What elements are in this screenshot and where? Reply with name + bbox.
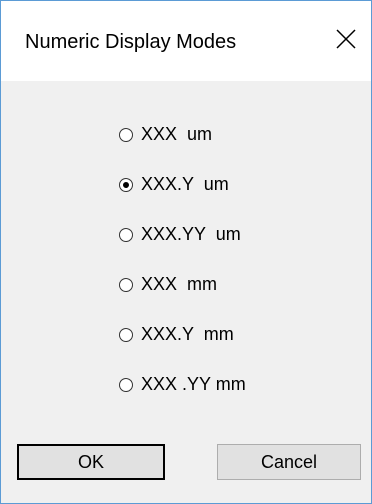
radio-button[interactable] [119,378,133,392]
radio-option-xxx-mm[interactable]: XXX mm [119,271,339,301]
radio-label: XXX um [141,124,213,144]
dialog-title: Numeric Display Modes [25,31,237,53]
radio-option-xxx-y-mm[interactable]: XXX.Y mm [119,321,339,351]
cancel-button[interactable]: Cancel [217,444,361,480]
radio-option-xxx-yy-mm[interactable]: XXX .YY mm [119,371,339,401]
ok-button[interactable]: OK [17,444,165,480]
radio-label: XXX.YY um [141,224,241,244]
radio-option-xxx-um[interactable]: XXX um [119,121,339,151]
radio-label: XXX mm [141,274,218,294]
radio-button[interactable] [119,128,133,142]
radio-label: XXX.Y um [141,174,229,194]
radio-button[interactable] [119,228,133,242]
radio-button[interactable] [119,278,133,292]
radio-button[interactable] [119,178,133,192]
radio-label: XXX .YY mm [141,374,246,394]
numeric-display-modes-dialog: Numeric Display Modes XXX um XXX.Y um XX… [0,0,372,504]
radio-button[interactable] [119,328,133,342]
radio-option-xxx-y-um[interactable]: XXX.Y um [119,171,339,201]
radio-dot [123,182,129,188]
radio-option-xxx-yy-um[interactable]: XXX.YY um [119,221,339,251]
close-button[interactable] [323,17,371,61]
title-bar: Numeric Display Modes [1,1,371,81]
close-icon [336,29,356,49]
radio-label: XXX.Y mm [141,324,234,344]
